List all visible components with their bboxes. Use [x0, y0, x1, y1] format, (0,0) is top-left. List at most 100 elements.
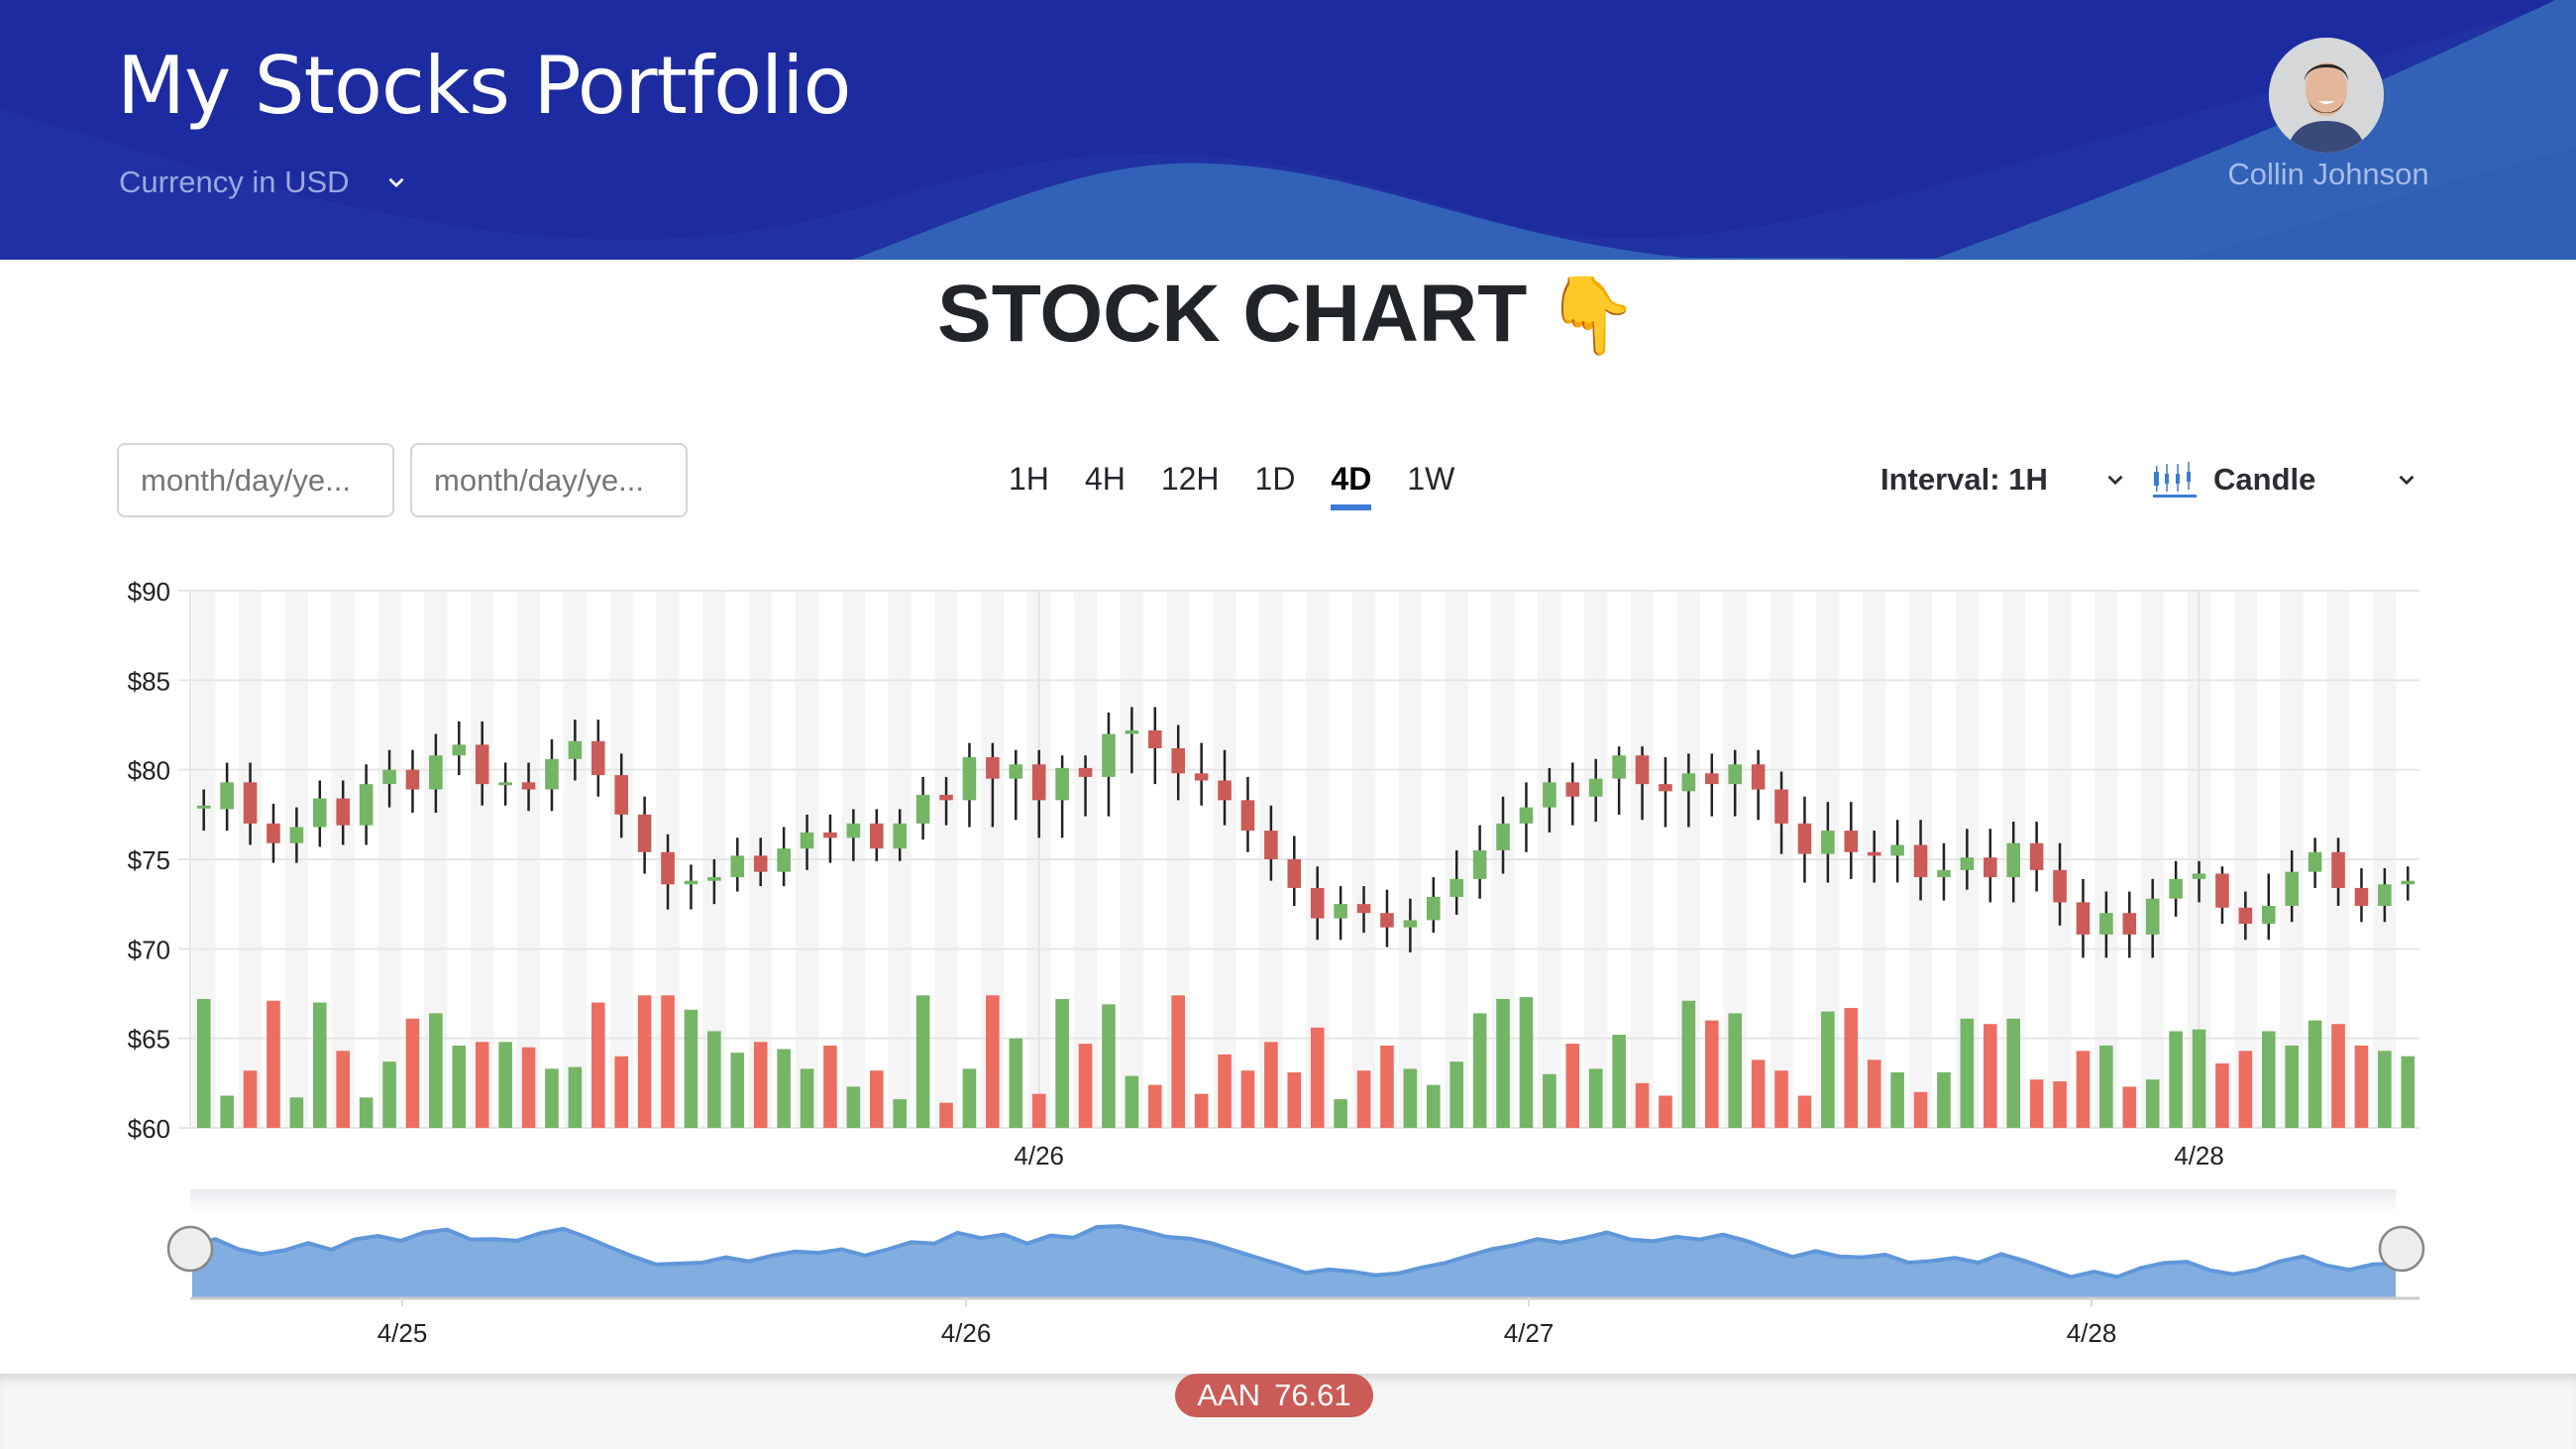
candle[interactable]	[1194, 742, 1209, 806]
candle-body	[1960, 857, 1975, 870]
candle[interactable]	[1659, 757, 1672, 828]
candle[interactable]	[2029, 822, 2044, 892]
interval-dropdown[interactable]: Interval: 1H	[1880, 458, 2128, 502]
candle[interactable]	[870, 809, 884, 861]
candle-body	[1612, 755, 1626, 779]
ticker-badge[interactable]: AAN 76.61	[1175, 1374, 1373, 1417]
end-date-input[interactable]	[410, 443, 688, 517]
candle-body	[2122, 913, 2137, 935]
candle[interactable]	[2401, 866, 2415, 901]
timeframe-tab-1w[interactable]: 1W	[1389, 458, 1472, 505]
volume-bar	[823, 1045, 837, 1128]
candle-body	[684, 880, 698, 885]
candle-body	[637, 814, 652, 852]
candle-body	[498, 782, 512, 786]
candle-body	[452, 744, 467, 756]
navigator-handle-right[interactable]	[2378, 1225, 2425, 1273]
candle[interactable]	[962, 742, 977, 828]
candle[interactable]	[823, 814, 837, 863]
candle[interactable]	[1612, 746, 1626, 815]
candle-body	[359, 784, 374, 826]
candle[interactable]	[2262, 873, 2276, 941]
candle[interactable]	[1240, 776, 1255, 852]
avatar[interactable]	[2269, 38, 2384, 153]
candle[interactable]	[545, 738, 559, 812]
timeframe-tab-12h[interactable]: 12H	[1143, 458, 1237, 505]
candle[interactable]	[359, 764, 374, 845]
chart-type-dropdown[interactable]: Candle	[2152, 456, 2419, 503]
candle[interactable]	[1287, 836, 1302, 906]
candle[interactable]	[1751, 749, 1766, 821]
candle-body	[2285, 871, 2299, 906]
volume-bar	[1774, 1070, 1788, 1128]
volume-bar	[2215, 1062, 2229, 1128]
candle[interactable]	[1055, 755, 1069, 838]
volume-bar	[1356, 1070, 1371, 1128]
ticker-symbol: AAN	[1197, 1378, 1261, 1412]
candle[interactable]	[1380, 889, 1394, 947]
volume-bar	[1821, 1011, 1835, 1128]
candle[interactable]	[2215, 866, 2229, 925]
candle[interactable]	[1427, 877, 1441, 934]
candle-body	[405, 769, 420, 790]
candle[interactable]	[405, 749, 420, 814]
volume-bar	[1240, 1070, 1255, 1128]
candle-body	[1984, 857, 1997, 878]
candle[interactable]	[2354, 868, 2369, 923]
candle[interactable]	[1102, 712, 1116, 817]
timeframe-tab-4h[interactable]: 4H	[1067, 458, 1143, 505]
candle[interactable]	[915, 776, 930, 840]
timeframe-tab-4d[interactable]: 4D	[1313, 458, 1389, 510]
navigator-handle-left[interactable]	[166, 1225, 214, 1273]
candle[interactable]	[2169, 860, 2183, 917]
start-date-input[interactable]	[117, 443, 394, 517]
candle-body	[1287, 859, 1302, 888]
candle-body	[823, 832, 837, 838]
candle[interactable]	[313, 780, 327, 847]
candle-body	[730, 855, 745, 878]
candle[interactable]	[777, 827, 791, 887]
candle-body	[986, 757, 1000, 779]
candle[interactable]	[220, 762, 234, 832]
candle[interactable]	[637, 796, 652, 874]
volume-bar	[684, 1009, 698, 1128]
volume-bar	[870, 1070, 884, 1128]
timeframe-tabs: 1H 4H 12H 1D 4D 1W	[991, 458, 1472, 510]
candle[interactable]	[730, 837, 745, 892]
candle[interactable]	[1844, 802, 1859, 879]
candle[interactable]	[684, 864, 698, 910]
timeframe-tab-1d[interactable]: 1D	[1237, 458, 1314, 505]
candle[interactable]	[1565, 762, 1580, 826]
candle[interactable]	[1937, 842, 1951, 901]
timeframe-tab-1h[interactable]: 1H	[991, 458, 1067, 505]
volume-bar	[1867, 1059, 1881, 1128]
volume-bar	[614, 1056, 628, 1128]
candle-body	[893, 823, 907, 849]
range-navigator[interactable]: 4/25 4/26 4/27 4/28	[0, 1179, 2576, 1374]
navigator-x-label: 4/28	[2067, 1318, 2117, 1348]
candle-body	[2238, 907, 2253, 925]
candle-body	[1264, 831, 1278, 859]
candle[interactable]	[1334, 886, 1347, 941]
candlestick-chart[interactable]: $60 $65 $70 $75 $80 $85 $90 4/26 4/28	[0, 555, 2576, 1170]
volume-bar	[2053, 1081, 2067, 1128]
candle[interactable]	[1148, 707, 1162, 785]
candle[interactable]	[1009, 749, 1023, 821]
x-tick-label: 4/28	[2174, 1141, 2224, 1170]
candle-body	[1356, 904, 1371, 914]
candle[interactable]	[1519, 782, 1534, 852]
candle[interactable]	[267, 803, 280, 863]
candle[interactable]	[452, 721, 467, 776]
candle[interactable]	[591, 720, 605, 797]
candle[interactable]	[1472, 825, 1487, 899]
candle-body	[2401, 880, 2415, 885]
candle[interactable]	[2076, 878, 2091, 958]
candle-body	[1867, 851, 1881, 856]
candle[interactable]	[2308, 837, 2322, 888]
currency-selector[interactable]: Currency in USD	[119, 165, 409, 200]
candle[interactable]	[1984, 829, 1997, 903]
candle[interactable]	[1797, 796, 1812, 883]
candle-body	[2215, 873, 2229, 908]
candle[interactable]	[1705, 753, 1719, 817]
candle[interactable]	[1890, 820, 1904, 883]
